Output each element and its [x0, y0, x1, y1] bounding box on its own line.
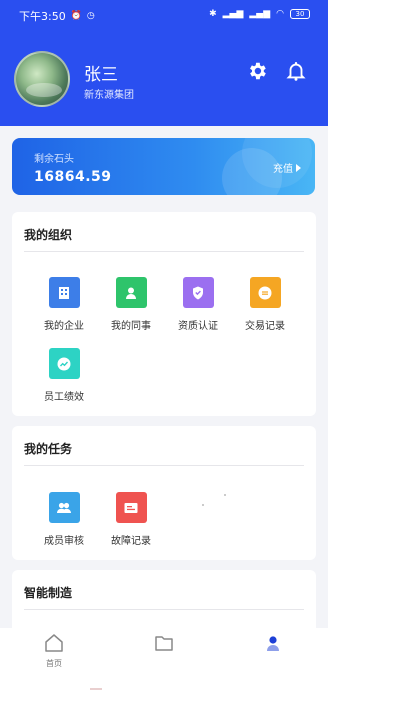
caret-right-icon — [296, 163, 301, 172]
avatar-glare — [26, 83, 62, 97]
grid-label: 我的同事 — [111, 321, 151, 332]
status-bar: 下午3:50 ⏰ ◷ ✱ ▂▄▆ ▂▄▆ ◠ 30 — [0, 0, 328, 30]
section-title: 智能制造 — [24, 586, 73, 600]
home-icon — [45, 634, 63, 652]
chat-record-icon — [249, 277, 281, 308]
grid-item-transactions[interactable]: 交易记录 — [235, 277, 295, 332]
fault-record-icon — [115, 492, 147, 523]
divider — [24, 609, 304, 610]
status-time: 下午3:50 — [19, 10, 66, 23]
nav-item-profile[interactable] — [253, 633, 293, 657]
grid-item-fault-record[interactable]: 故障记录 — [101, 492, 161, 547]
building-icon — [48, 277, 80, 308]
nav-item-home[interactable]: 首页 — [34, 633, 74, 669]
grid-item-member-review[interactable]: 成员审核 — [34, 492, 94, 547]
clock-icon: ◷ — [86, 11, 95, 21]
signal-icon: ▂▄▆ — [222, 9, 244, 19]
section-title: 我的任务 — [24, 442, 73, 456]
recharge-button[interactable]: 充值 — [273, 160, 301, 175]
grid-label: 员工绩效 — [44, 392, 84, 403]
notification-bell-icon[interactable] — [285, 60, 307, 82]
profile-header: 下午3:50 ⏰ ◷ ✱ ▂▄▆ ▂▄▆ ◠ 30 张三 新东源集团 — [0, 0, 328, 126]
alarm-icon: ⏰ — [70, 11, 82, 21]
status-right: ✱ ▂▄▆ ▂▄▆ ◠ 30 — [209, 8, 310, 20]
faint-dot — [224, 494, 226, 496]
grid-label: 我的企业 — [44, 321, 84, 332]
faint-dot — [202, 504, 204, 506]
nav-label-home: 首页 — [46, 659, 62, 668]
status-left: 下午3:50 ⏰ ◷ — [19, 8, 95, 24]
grid-item-performance[interactable]: 员工绩效 — [34, 348, 94, 403]
person-icon — [115, 277, 147, 308]
grid-label: 故障记录 — [111, 536, 151, 547]
divider — [24, 465, 304, 466]
bluetooth-icon: ✱ — [209, 9, 217, 19]
battery-icon: 30 — [290, 9, 310, 19]
recharge-label: 充值 — [273, 164, 293, 175]
grid-label: 资质认证 — [178, 321, 218, 332]
certificate-icon — [182, 277, 214, 308]
section-my-organization: 我的组织 我的企业 我的同事 资质认证 交易记录 员工绩效 — [12, 212, 316, 416]
wifi-icon: ◠ — [276, 9, 284, 19]
folder-icon — [155, 636, 173, 651]
grid-label: 成员审核 — [44, 536, 84, 547]
profile-icon — [267, 636, 279, 651]
blank-margin — [328, 0, 400, 711]
performance-icon — [48, 348, 80, 379]
avatar[interactable] — [14, 51, 70, 107]
signal-icon-2: ▂▄▆ — [249, 9, 271, 19]
balance-label: 剩余石头 — [34, 154, 74, 165]
gesture-bar — [90, 688, 102, 690]
divider — [24, 251, 304, 252]
app-screen: 下午3:50 ⏰ ◷ ✱ ▂▄▆ ▂▄▆ ◠ 30 张三 新东源集团 剩余石头 … — [0, 0, 328, 711]
grid-label: 交易记录 — [245, 321, 285, 332]
grid-item-qualification[interactable]: 资质认证 — [168, 277, 228, 332]
grid-item-my-company[interactable]: 我的企业 — [34, 277, 94, 332]
nav-item-folder[interactable] — [144, 633, 184, 657]
member-review-icon — [48, 492, 80, 523]
bottom-navigation: 首页 — [0, 628, 328, 711]
grid-item-my-colleagues[interactable]: 我的同事 — [101, 277, 161, 332]
section-title: 我的组织 — [24, 228, 73, 242]
balance-value: 16864.59 — [34, 169, 112, 185]
settings-gear-icon[interactable] — [246, 60, 268, 82]
balance-card[interactable]: 剩余石头 16864.59 充值 — [12, 138, 315, 195]
user-name: 张三 — [84, 65, 118, 85]
section-my-tasks: 我的任务 成员审核 故障记录 — [12, 426, 316, 560]
user-organization: 新东源集团 — [84, 90, 134, 101]
